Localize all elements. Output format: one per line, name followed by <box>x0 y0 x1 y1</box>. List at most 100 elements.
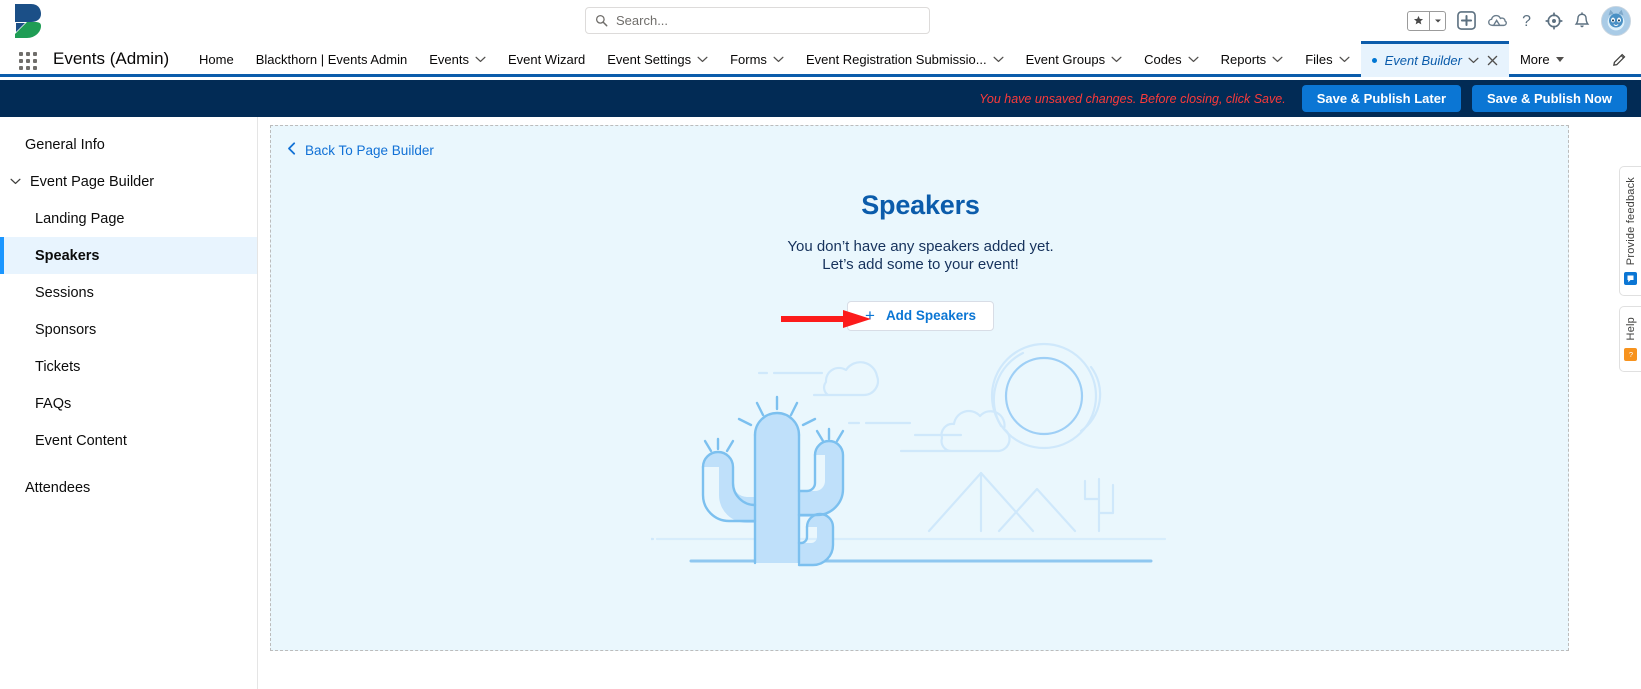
nav-tab-event-groups[interactable]: Event Groups <box>1015 41 1134 77</box>
nav-tab-label: Codes <box>1144 51 1182 67</box>
nav-tab-label: Blackthorn | Events Admin <box>255 51 408 67</box>
chevron-down-icon[interactable] <box>773 56 784 63</box>
unsaved-changes-message: You have unsaved changes. Before closing… <box>979 91 1286 106</box>
chevron-down-icon[interactable] <box>697 56 708 63</box>
nav-tab-event-registration-submissio[interactable]: Event Registration Submissio... <box>795 41 1015 77</box>
svg-text:?: ? <box>1628 350 1632 359</box>
nav-tab-label: More <box>1519 51 1550 67</box>
empty-state-message-line2: Let’s add some to your event! <box>822 256 1019 274</box>
nav-tab-reports[interactable]: Reports <box>1210 41 1295 77</box>
help-label: Help <box>1624 317 1637 341</box>
sidebar-item-sessions[interactable]: Sessions <box>0 274 257 311</box>
rail-spacer <box>1619 296 1641 306</box>
red-arrow-annotation <box>781 308 873 330</box>
nav-tab-codes[interactable]: Codes <box>1133 41 1210 77</box>
close-icon[interactable] <box>1487 55 1498 66</box>
favorites-star-icon[interactable] <box>1408 12 1429 30</box>
sidebar-item-label: General Info <box>25 136 105 153</box>
nav-tab-event-builder[interactable]: Event Builder <box>1360 41 1509 77</box>
sidebar-item-landing-page[interactable]: Landing Page <box>0 200 257 237</box>
desert-cactus-empty-state-illustration <box>645 331 1191 596</box>
save-publish-later-button[interactable]: Save & Publish Later <box>1301 85 1462 112</box>
nav-tab-label: Event Settings <box>607 51 692 67</box>
favorites-control[interactable] <box>1407 10 1446 31</box>
global-search[interactable]: Search... <box>585 7 930 34</box>
help-badge-icon: ? <box>1624 347 1637 361</box>
empty-state-message: You don’t have any speakers added yet. L… <box>787 238 1053 275</box>
nav-tab-label: Forms <box>730 51 767 67</box>
search-icon <box>595 14 608 27</box>
sidebar-item-sponsors[interactable]: Sponsors <box>0 311 257 348</box>
global-header: Search... ? <box>0 0 1641 41</box>
salesforce-event-builder-page: Search... ? Events (Admin) Home Blacktho… <box>0 0 1641 689</box>
event-builder-sidebar: General Info Event Page Builder Landing Pa… <box>0 117 258 689</box>
sidebar-item-label: Event Content <box>35 432 127 449</box>
sidebar-item-tickets[interactable]: Tickets <box>0 348 257 385</box>
nav-tab-event-wizard[interactable]: Event Wizard <box>497 41 596 77</box>
nav-tab-label: Event Wizard <box>507 51 586 67</box>
main-content: Back To Page Builder Speakers You don’t … <box>258 117 1641 689</box>
notifications-bell-icon[interactable] <box>1574 11 1590 30</box>
chevron-down-icon[interactable] <box>8 178 22 185</box>
unsaved-indicator-dot <box>1371 58 1377 63</box>
chevron-down-icon[interactable] <box>993 56 1004 63</box>
sidebar-item-event-page-builder[interactable]: Event Page Builder <box>0 163 257 200</box>
setup-gear-icon[interactable] <box>1545 11 1563 30</box>
app-launcher-icon[interactable] <box>17 50 39 72</box>
page-title: Speakers <box>861 190 980 220</box>
app-title: Events (Admin) <box>53 49 170 68</box>
nav-tab-label: Event Registration Submissio... <box>805 51 987 67</box>
favorites-dropdown-icon[interactable] <box>1429 11 1445 30</box>
chevron-down-icon[interactable] <box>1188 56 1199 63</box>
sidebar-item-event-content[interactable]: Event Content <box>0 422 257 459</box>
feedback-icon <box>1624 272 1637 286</box>
app-navigation-bar: Events (Admin) Home Blackthorn | Events A… <box>0 41 1641 77</box>
back-to-page-builder-link[interactable]: Back To Page Builder <box>287 142 434 158</box>
nav-tab-home[interactable]: Home <box>188 41 245 77</box>
header-icon-group: ? <box>1407 0 1631 41</box>
help-tab[interactable]: Help ? <box>1619 306 1641 372</box>
sidebar-item-label: Tickets <box>35 358 81 375</box>
speakers-empty-state: Speakers You don’t have any speakers add… <box>271 190 1568 331</box>
help-question-icon[interactable]: ? <box>1519 11 1534 30</box>
global-actions-plus-icon[interactable] <box>1457 11 1476 30</box>
save-publish-now-button[interactable]: Save & Publish Now <box>1472 85 1627 112</box>
search-input[interactable]: Search... <box>585 7 930 34</box>
blackthorn-logo[interactable] <box>9 2 53 40</box>
nav-tab-label: Event Builder <box>1384 53 1462 68</box>
provide-feedback-tab[interactable]: Provide feedback <box>1619 166 1641 297</box>
nav-tab-list: Home Blackthorn | Events Admin Events Event… <box>188 41 1575 77</box>
sidebar-item-label: Event Page Builder <box>30 173 155 190</box>
chevron-down-icon[interactable] <box>1468 57 1479 64</box>
trailhead-cloud-icon[interactable] <box>1487 12 1508 30</box>
sidebar-item-speakers[interactable]: Speakers <box>0 237 257 274</box>
sidebar-item-label: Sponsors <box>35 321 97 338</box>
right-utility-rail: Provide feedback Help ? <box>1619 166 1641 372</box>
user-avatar[interactable] <box>1601 5 1631 36</box>
chevron-down-icon[interactable] <box>1272 56 1283 63</box>
search-placeholder: Search... <box>616 13 669 28</box>
nav-tab-forms[interactable]: Forms <box>719 41 795 77</box>
caret-down-icon[interactable] <box>1555 56 1564 62</box>
sidebar-item-general-info[interactable]: General Info <box>0 126 257 163</box>
chevron-down-icon[interactable] <box>1339 56 1350 63</box>
nav-tab-label: Events <box>429 51 469 67</box>
nav-tab-label: Home <box>199 51 234 67</box>
nav-tab-events[interactable]: Events <box>418 41 497 77</box>
edit-tabs-pencil-icon[interactable] <box>1612 41 1627 77</box>
sidebar-item-label: Speakers <box>35 247 100 264</box>
nav-tab-files[interactable]: Files <box>1294 41 1360 77</box>
nav-tab-label: Files <box>1305 51 1333 67</box>
sidebar-item-label: FAQs <box>35 395 72 412</box>
nav-tab-blackthorn-events-admin[interactable]: Blackthorn | Events Admin <box>245 41 419 77</box>
empty-state-message-line1: You don’t have any speakers added yet. <box>787 238 1054 255</box>
nav-tab-event-settings[interactable]: Event Settings <box>596 41 719 77</box>
nav-tab-more[interactable]: More <box>1509 41 1575 77</box>
sidebar-item-faqs[interactable]: FAQs <box>0 385 257 422</box>
sidebar-item-attendees[interactable]: Attendees <box>0 469 257 506</box>
svg-text:?: ? <box>1522 13 1531 30</box>
nav-tab-label: Reports <box>1220 51 1267 67</box>
sidebar-item-label: Attendees <box>25 479 91 496</box>
chevron-down-icon[interactable] <box>475 56 486 63</box>
chevron-down-icon[interactable] <box>1111 56 1122 63</box>
